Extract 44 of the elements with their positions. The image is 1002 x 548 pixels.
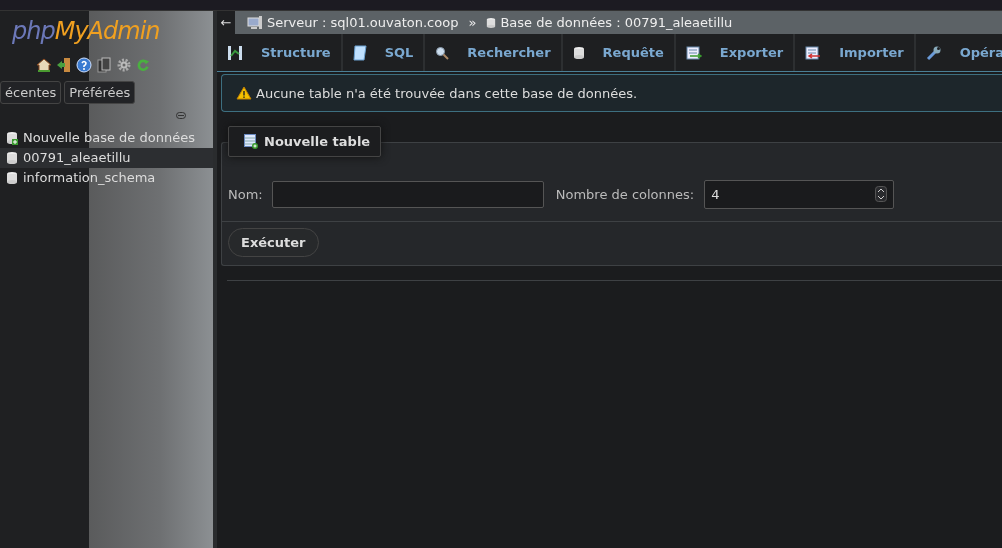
server-link[interactable]: Serveur : sql01.ouvaton.coop bbox=[267, 15, 459, 30]
document-icon bbox=[352, 44, 367, 61]
warning-message: Aucune table n'a été trouvée dans cette base de données. bbox=[221, 74, 1002, 112]
database-icon bbox=[486, 15, 497, 30]
export-icon bbox=[685, 45, 702, 60]
database-icon bbox=[572, 45, 585, 60]
sidebar-tab[interactable]: Préférées bbox=[64, 81, 136, 104]
nav-tab[interactable]: Importer bbox=[795, 34, 916, 71]
breadcrumb-separator: » bbox=[468, 15, 477, 30]
home-icon[interactable] bbox=[36, 57, 52, 73]
database-item[interactable]: Nouvelle base de données bbox=[0, 128, 213, 148]
sidebar-tab[interactable]: écentes bbox=[0, 81, 62, 104]
new-database-icon bbox=[6, 130, 18, 145]
database-icon bbox=[6, 170, 18, 185]
nav-tab[interactable]: Requête bbox=[562, 34, 676, 71]
collapse-button[interactable]: ← bbox=[217, 11, 235, 34]
nav-tab[interactable]: SQL bbox=[342, 34, 426, 71]
search-icon bbox=[435, 45, 450, 60]
nav-tab[interactable]: Rechercher bbox=[425, 34, 563, 71]
database-icon bbox=[6, 150, 18, 165]
link-icon[interactable] bbox=[176, 112, 186, 119]
database-link[interactable]: Base de données : 00791_aleaetillu bbox=[500, 15, 733, 30]
field-label: Nom: bbox=[228, 186, 263, 202]
new-table-icon bbox=[244, 134, 258, 149]
structure-icon bbox=[227, 44, 243, 61]
exit-icon[interactable] bbox=[56, 57, 72, 73]
nav-tab[interactable]: Structure bbox=[217, 34, 343, 71]
server-icon bbox=[247, 15, 263, 30]
nav-tab[interactable]: Exporter bbox=[675, 34, 796, 71]
columns-spinner[interactable]: 4 bbox=[704, 179, 895, 209]
field-label: Nombre de colonnes: bbox=[555, 186, 695, 202]
app-logo[interactable]: phpMyAdmin bbox=[0, 11, 213, 47]
panel-legend: Nouvelle table bbox=[228, 126, 382, 157]
wrench-icon bbox=[925, 44, 942, 61]
settings-icon[interactable] bbox=[116, 57, 132, 73]
spin-arrows-icon[interactable] bbox=[875, 186, 888, 202]
help-icon[interactable] bbox=[76, 57, 92, 73]
database-item[interactable]: information_schema bbox=[0, 168, 213, 188]
execute-button[interactable]: Exécuter bbox=[228, 228, 319, 257]
import-icon bbox=[805, 45, 822, 60]
database-item[interactable]: 00791_aleaetillu bbox=[0, 148, 213, 168]
warning-icon bbox=[236, 86, 252, 100]
name-input[interactable] bbox=[271, 180, 544, 208]
documents-icon[interactable] bbox=[96, 57, 112, 73]
